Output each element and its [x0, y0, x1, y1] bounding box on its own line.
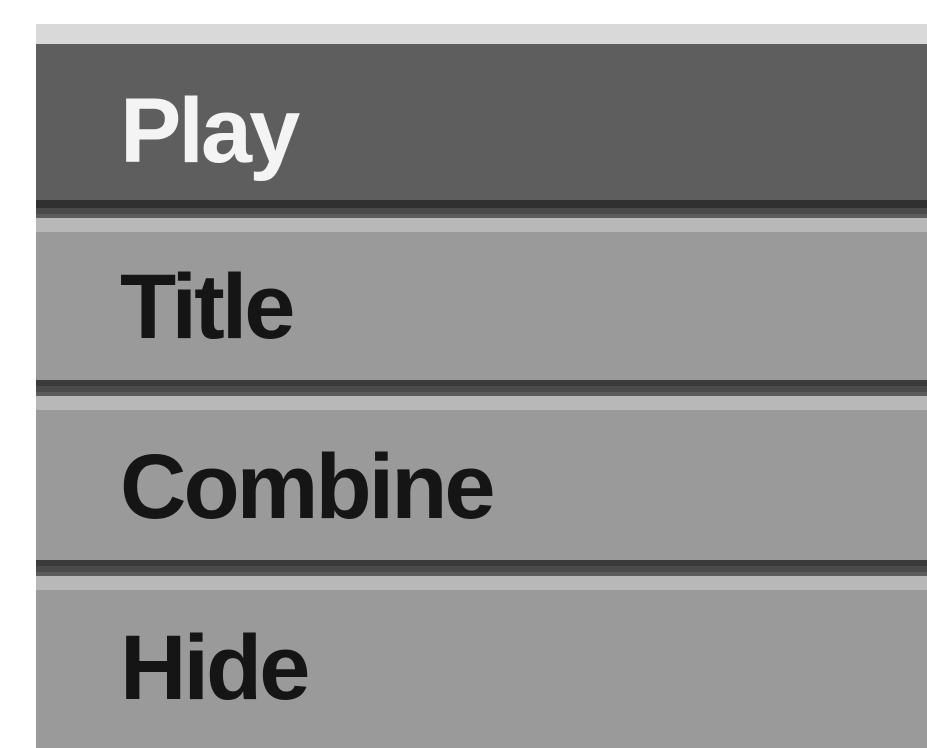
menu-item-title[interactable]: Title [36, 208, 927, 386]
menu-item-label: Hide [120, 617, 310, 719]
menu-item-label: Title [120, 256, 295, 358]
menu-item-combine[interactable]: Combine [36, 386, 927, 566]
menu-item-play[interactable]: Play [36, 24, 927, 216]
context-menu: Play Title Combine Hide [36, 24, 927, 748]
menu-item-label: Play [120, 80, 300, 182]
menu-item-label: Combine [120, 436, 496, 538]
menu-item-hide[interactable]: Hide [36, 566, 927, 748]
